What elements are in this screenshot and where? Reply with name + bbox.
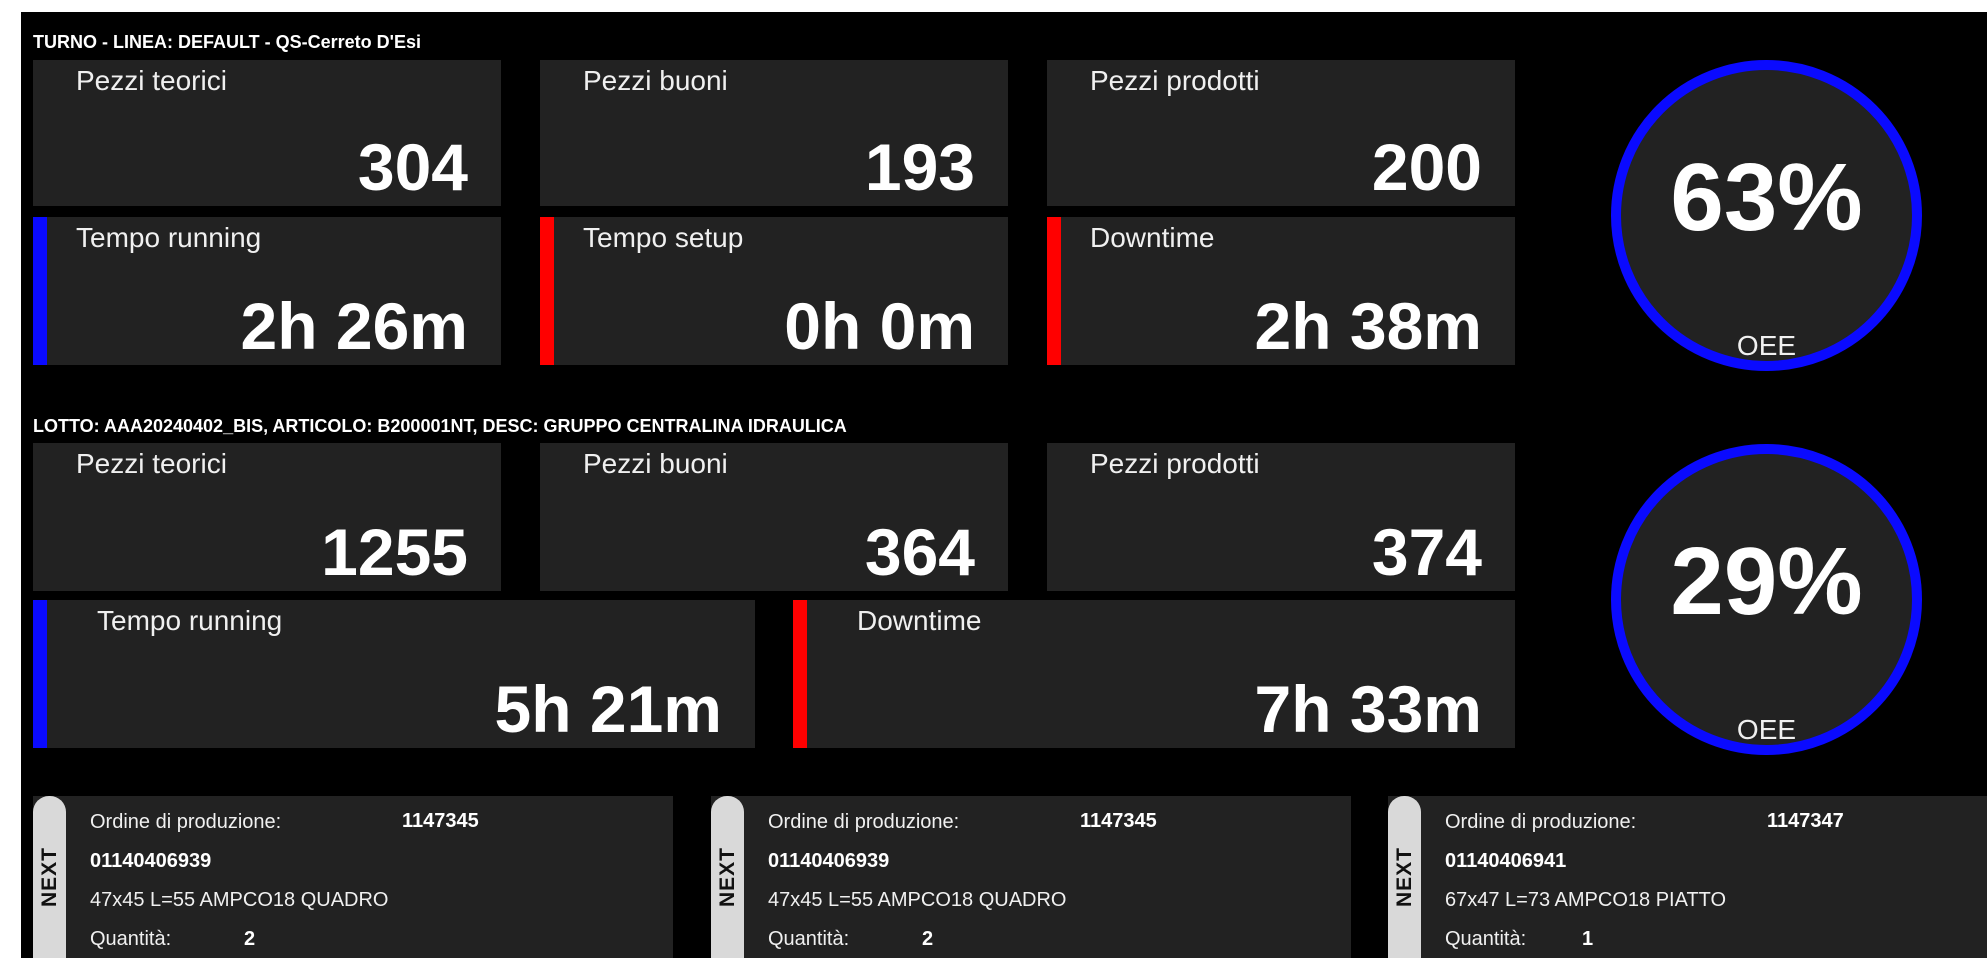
order-code: 01140406939 [90,850,212,872]
shift-card-theoretical: Pezzi teorici 304 [33,60,501,206]
stop-status-bar [793,600,807,748]
lot-oee-gauge: 29% OEE [1611,444,1922,755]
order-number: 1147347 [1767,810,1844,832]
shift-card-downtime: Downtime 2h 38m [1047,217,1515,365]
card-label: Pezzi buoni [583,65,728,96]
card-value: 7h 33m [1254,672,1482,746]
quantity-value: 1 [1582,928,1594,950]
order-number: 1147345 [1080,810,1157,832]
order-description: 47x45 L=55 AMPCO18 QUADRO [90,889,389,911]
order-label: Ordine di produzione: [1445,811,1637,833]
order-code: 01140406941 [1445,850,1567,872]
quantity-label: Quantità: [90,928,172,950]
order-description: 67x47 L=73 AMPCO18 PIATTO [1445,889,1727,911]
order-description: 47x45 L=55 AMPCO18 QUADRO [768,889,1067,911]
next-tab[interactable]: NEXT [711,796,744,958]
card-label: Tempo running [76,222,262,253]
shift-card-running-time: Tempo running 2h 26m [33,217,501,365]
running-status-bar [33,600,47,748]
order-label: Ordine di produzione: [768,811,960,833]
dashboard: TURNO - LINEA: DEFAULT - QS-Cerreto D'Es… [21,12,1987,958]
lot-card-produced: Pezzi prodotti 374 [1047,443,1515,591]
oee-caption: OEE [1736,714,1797,745]
oee-caption: OEE [1736,330,1797,361]
card-value: 5h 21m [494,672,722,746]
card-label: Downtime [857,605,982,636]
card-value: 200 [1371,130,1482,204]
quantity-label: Quantità: [1445,928,1527,950]
order-label: Ordine di produzione: [90,811,282,833]
card-value: 1255 [321,515,468,589]
card-value: 2h 26m [240,289,468,363]
card-value: 374 [1371,515,1482,589]
quantity-label: Quantità: [768,928,850,950]
order-code: 01140406939 [768,850,890,872]
shift-oee-gauge: 63% OEE [1611,60,1922,371]
card-label: Downtime [1090,222,1215,253]
stop-status-bar [1047,217,1061,365]
running-status-bar [33,217,47,365]
lot-card-good: Pezzi buoni 364 [540,443,1008,591]
next-tab[interactable]: NEXT [33,796,66,958]
next-order-card[interactable]: NEXT Ordine di produzione: 1147347 01140… [1388,796,1987,958]
lot-card-theoretical: Pezzi teorici 1255 [33,443,501,591]
next-order-card[interactable]: NEXT Ordine di produzione: 1147345 01140… [711,796,1351,958]
lot-title: LOTTO: AAA20240402_BIS, ARTICOLO: B20000… [33,416,847,436]
card-label: Pezzi buoni [583,448,728,479]
card-label: Pezzi teorici [76,65,227,96]
shift-card-produced: Pezzi prodotti 200 [1047,60,1515,206]
shift-card-setup-time: Tempo setup 0h 0m [540,217,1008,365]
next-tab-label: NEXT [37,846,61,908]
next-tab-label: NEXT [1392,846,1416,908]
stop-status-bar [540,217,554,365]
oee-value: 63% [1670,144,1863,251]
shift-title: TURNO - LINEA: DEFAULT - QS-Cerreto D'Es… [33,32,421,52]
lot-card-downtime: Downtime 7h 33m [793,600,1515,748]
card-label: Tempo running [97,605,283,636]
card-label: Tempo setup [583,222,744,253]
card-value: 304 [357,130,468,204]
quantity-value: 2 [922,928,934,950]
next-tab[interactable]: NEXT [1388,796,1421,958]
card-value: 0h 0m [784,289,975,363]
card-value: 2h 38m [1254,289,1482,363]
shift-card-good: Pezzi buoni 193 [540,60,1008,206]
next-tab-label: NEXT [715,846,739,908]
oee-value: 29% [1670,528,1863,635]
card-value: 364 [864,515,975,589]
card-label: Pezzi teorici [76,448,227,479]
card-label: Pezzi prodotti [1090,448,1260,479]
card-value: 193 [864,130,975,204]
next-order-card[interactable]: NEXT Ordine di produzione: 1147345 01140… [33,796,673,958]
lot-card-running-time: Tempo running 5h 21m [33,600,755,748]
card-label: Pezzi prodotti [1090,65,1260,96]
order-number: 1147345 [402,810,479,832]
quantity-value: 2 [244,928,256,950]
